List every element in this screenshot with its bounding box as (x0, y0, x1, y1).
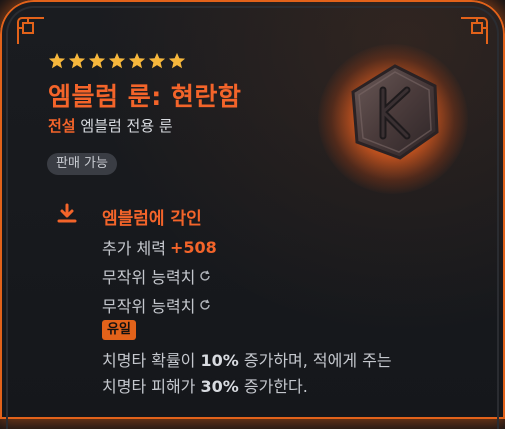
star-icon (108, 52, 126, 69)
item-subtitle: 전설 엠블럼 전용 룬 (48, 115, 173, 136)
stat-label: 추가 체력 (102, 239, 166, 258)
refresh-icon (200, 270, 211, 281)
emblem-rune-icon (351, 64, 439, 160)
corner-ornament-icon (461, 17, 488, 44)
item-title: 엠블럼 룬: 현란함 (48, 82, 242, 111)
engrave-title: 엠블럼에 각인 (102, 209, 202, 229)
random-stat-line: 무작위 능력치 (102, 264, 211, 288)
star-icon (128, 52, 146, 69)
star-icon (48, 52, 66, 69)
corner-ornament-icon (17, 17, 44, 44)
desc-line-2: 치명타 피해가 30% 증가한다. (102, 377, 308, 396)
item-star-rating (48, 52, 186, 70)
item-type: 엠블럼 전용 룬 (80, 117, 173, 135)
star-icon (148, 52, 166, 69)
download-arrow-icon (57, 203, 77, 223)
random-stat-label: 무작위 능력치 (102, 268, 196, 287)
unique-tag: 유일 (102, 320, 136, 340)
effect-description: 치명타 확률이 10% 증가하며, 적에게 주는 치명타 피해가 30% 증가한… (102, 348, 462, 400)
item-grade: 전설 (48, 117, 76, 135)
stat-value: +508 (169, 237, 217, 257)
random-stat-label: 무작위 능력치 (102, 297, 196, 316)
tradable-badge: 판매 가능 (47, 153, 117, 175)
random-stat-line: 무작위 능력치 (102, 293, 211, 317)
star-icon (68, 52, 86, 69)
refresh-icon (200, 299, 211, 310)
desc-line-1: 치명타 확률이 10% 증가하며, 적에게 주는 (102, 351, 392, 370)
star-icon (88, 52, 106, 69)
stat-line-health: 추가 체력 +508 (102, 235, 217, 259)
star-icon (168, 52, 186, 69)
